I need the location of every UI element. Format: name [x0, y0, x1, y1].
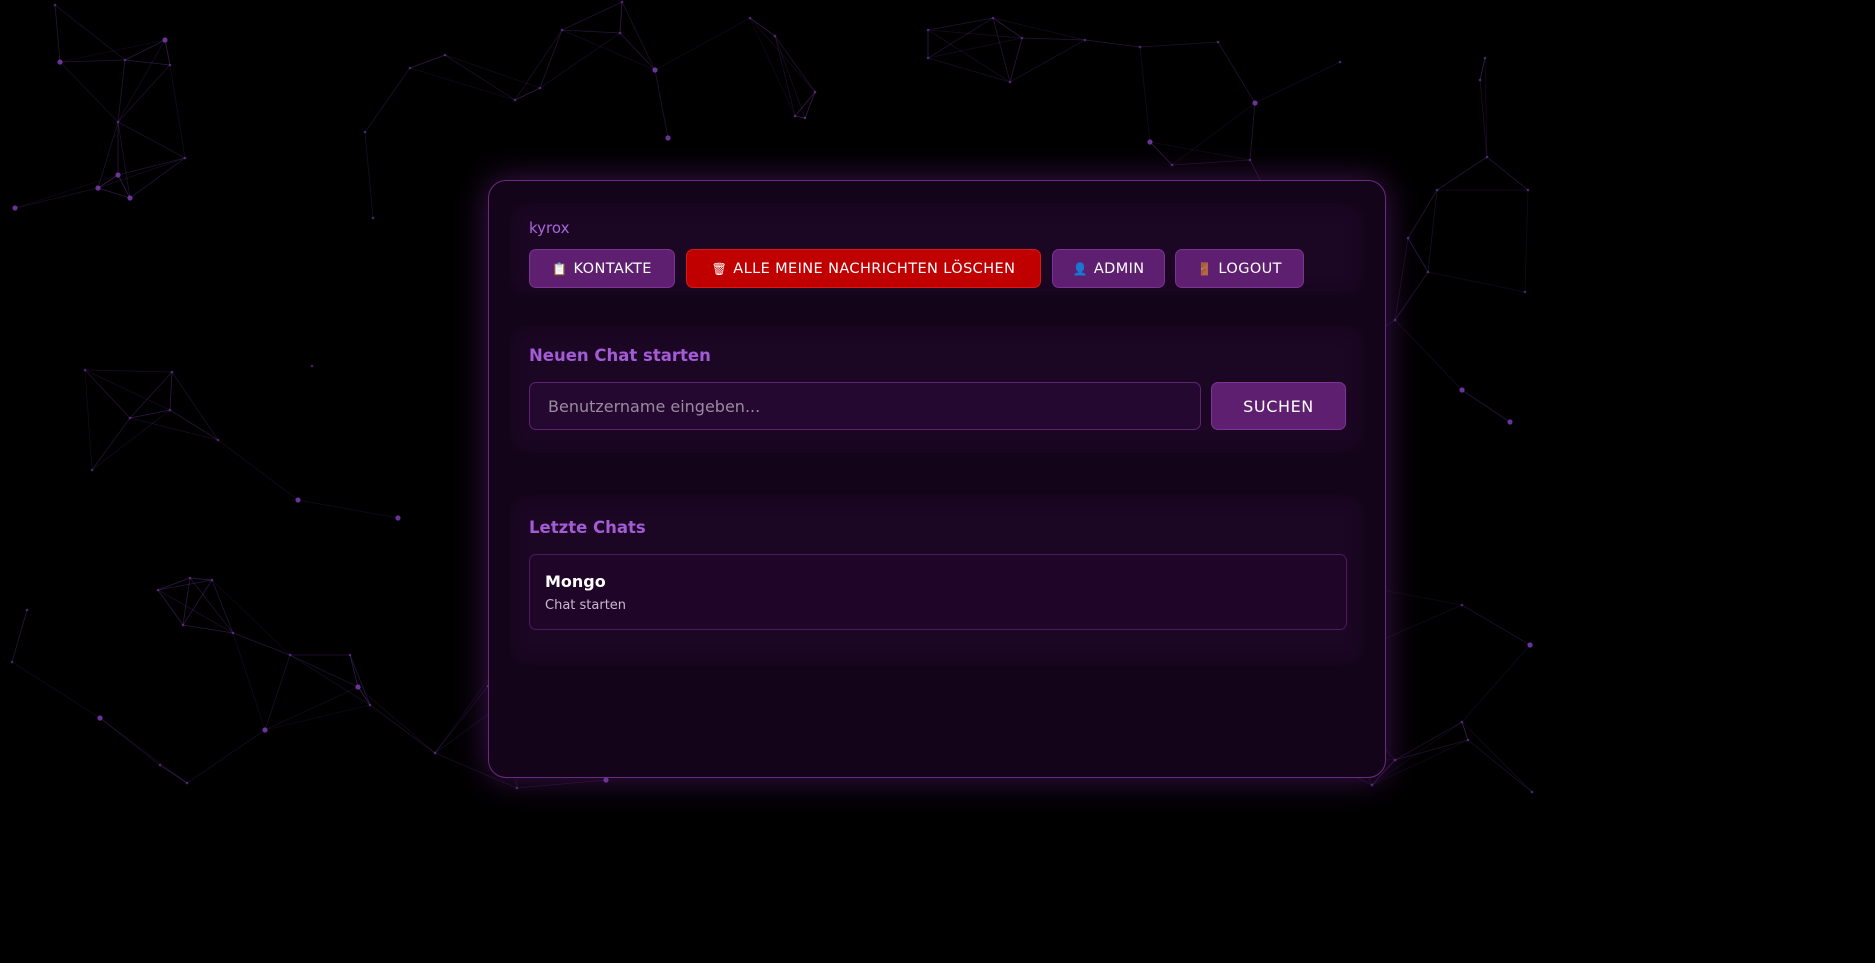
- delete-all-messages-label: ALLE MEINE NACHRICHTEN LÖSCHEN: [733, 260, 1016, 277]
- clipboard-icon: 📋: [552, 261, 568, 276]
- trash-icon: 🗑: [711, 261, 728, 276]
- admin-button[interactable]: 👤 ADMIN: [1052, 249, 1165, 288]
- contacts-button-label: KONTAKTE: [573, 260, 652, 277]
- chat-start-label: Chat starten: [545, 598, 627, 613]
- main-panel: kyrox 📋 KONTAKTE 🗑 ALLE MEINE NACHRICHTE…: [488, 180, 1386, 778]
- username-search-input[interactable]: [529, 382, 1201, 430]
- chat-contact-name: Mongo: [545, 572, 606, 591]
- username-label: kyrox: [529, 219, 570, 237]
- contacts-button[interactable]: 📋 KONTAKTE: [529, 249, 675, 288]
- new-chat-title: Neuen Chat starten: [529, 346, 711, 365]
- recent-chats-title: Letzte Chats: [529, 518, 646, 537]
- admin-button-label: ADMIN: [1093, 260, 1145, 277]
- logout-button-label: LOGOUT: [1218, 260, 1282, 277]
- chat-list-item[interactable]: Mongo Chat starten: [529, 554, 1347, 630]
- logout-button[interactable]: 🚪 LOGOUT: [1175, 249, 1304, 288]
- delete-all-messages-button[interactable]: 🗑 ALLE MEINE NACHRICHTEN LÖSCHEN: [686, 249, 1041, 288]
- search-button[interactable]: SUCHEN: [1211, 382, 1346, 430]
- admin-icon: 👤: [1072, 261, 1088, 276]
- door-icon: 🚪: [1197, 261, 1213, 276]
